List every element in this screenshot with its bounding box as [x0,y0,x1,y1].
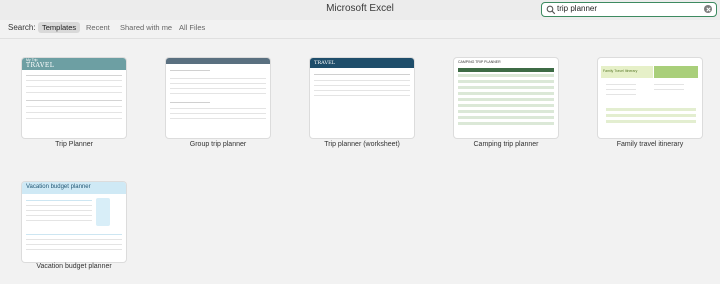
thumb-row [26,205,92,206]
thumb-row [458,104,554,107]
template-name[interactable]: Family travel itinerary [585,141,715,148]
template-name[interactable]: Camping trip planner [441,141,571,148]
thumb-row [606,89,636,90]
thumb-row [314,95,410,96]
thumb-row [26,220,92,221]
thumb-row [458,122,554,125]
thumb-row [170,118,266,119]
thumb-row [314,90,410,91]
search-scope-label: Search: [8,23,36,32]
filter-shared-with-me[interactable]: Shared with me [120,23,172,32]
thumb-row [170,108,266,109]
template-card-trip-planner[interactable]: My Trip TRAVEL [22,58,126,138]
template-card-camping-trip-planner[interactable]: CAMPING TRIP PLANNER [454,58,558,138]
thumb-row [606,84,636,85]
thumb-row [170,113,266,114]
thumb-row [606,114,696,117]
thumb-row [314,80,410,81]
thumb-header: Vacation budget planner [22,182,126,194]
thumb-row [314,85,410,86]
template-card-group-trip-planner[interactable] [166,58,270,138]
thumb-header [166,58,270,64]
thumb-row [26,239,122,240]
thumb-row [26,210,92,211]
thumb-row [606,120,696,123]
template-card-trip-planner-worksheet[interactable]: TRAVEL [310,58,414,138]
search-input[interactable] [557,3,697,15]
thumb-row [458,86,554,89]
thumb-row [26,118,122,119]
thumb-row [26,86,122,87]
template-card-family-travel-itinerary[interactable]: Family Travel Itinerary [598,58,702,138]
thumb-header [458,68,554,72]
thumb-row [458,116,554,119]
thumb-title: Family Travel Itinerary [603,69,638,73]
thumb-row [26,106,122,107]
thumb-title: TRAVEL [314,60,336,66]
thumb-row [170,70,210,71]
thumb-row [26,92,122,93]
thumb-row [606,108,696,111]
thumb-row [170,102,210,103]
template-name[interactable]: Group trip planner [153,141,283,148]
thumb-row [458,98,554,101]
thumb-row [26,80,122,81]
clear-search-icon[interactable] [704,5,712,13]
template-name[interactable]: Vacation budget planner [9,263,139,270]
filter-templates[interactable]: Templates [38,22,81,33]
template-card-vacation-budget-planner[interactable]: Vacation budget planner [22,182,126,262]
thumb-row [26,112,122,113]
thumb-bar-chart [96,198,110,226]
thumb-row [458,92,554,95]
thumb-row [654,84,684,85]
thumb-title: Vacation budget planner [26,184,91,190]
thumb-row [26,234,122,235]
filter-all-files[interactable]: All Files [179,23,205,32]
title-bar: Microsoft Excel [0,0,720,20]
thumb-row [314,74,410,75]
thumb-row [458,74,554,77]
thumb-header: My Trip TRAVEL [22,58,126,70]
thumb-row [170,78,266,79]
divider [0,38,720,39]
thumb-row [26,249,122,250]
thumb-row [170,88,266,89]
thumb-title: TRAVEL [26,62,55,69]
thumb-row [26,215,92,216]
thumb-row [26,244,122,245]
thumb-row [170,93,266,94]
filter-bar: Search: Templates Recent Shared with me … [0,20,720,38]
thumb-row [26,100,122,101]
thumb-row [458,80,554,83]
thumb-title: CAMPING TRIP PLANNER [458,60,501,64]
template-name[interactable]: Trip planner (worksheet) [297,141,427,148]
thumb-row [26,75,122,76]
thumb-illustration [654,66,698,78]
search-box[interactable] [541,2,717,17]
thumb-row [170,83,266,84]
search-icon [546,5,556,15]
thumb-row [458,110,554,113]
thumb-row [654,89,684,90]
thumb-header: TRAVEL [310,58,414,68]
thumb-row [26,200,92,201]
filter-recent[interactable]: Recent [86,23,110,32]
template-name[interactable]: Trip Planner [9,141,139,148]
thumb-row [606,94,636,95]
thumb-header: Family Travel Itinerary [601,66,653,78]
